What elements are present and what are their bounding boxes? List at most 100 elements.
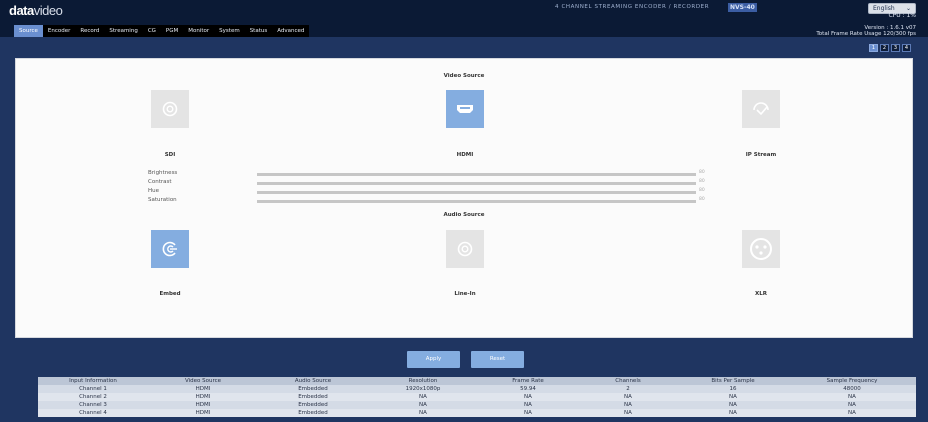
table-cell: Embedded: [298, 386, 328, 392]
page-button-2[interactable]: 2: [880, 44, 889, 52]
table-cell: NA: [524, 394, 532, 400]
embed-label: Embed: [159, 291, 181, 297]
table-cell: HDMI: [195, 394, 211, 400]
table-cell: Channel 3: [79, 402, 107, 408]
cpu-usage: CPU : 1%: [888, 12, 916, 19]
table-cell: HDMI: [195, 386, 211, 392]
table-cell: 1920x1080p: [405, 386, 441, 392]
tab-encoder[interactable]: Encoder: [43, 25, 76, 37]
header-video-source: Video Source: [184, 378, 222, 384]
xlr-label: XLR: [755, 291, 767, 297]
table-cell: Embedded: [298, 402, 328, 408]
ip-stream-icon: [753, 102, 769, 116]
page-button-4[interactable]: 4: [902, 44, 911, 52]
table-cell: NA: [848, 394, 856, 400]
table-cell: NA: [624, 394, 632, 400]
table-cell: NA: [729, 410, 737, 416]
xlr-connector-icon: [750, 238, 772, 260]
tab-system[interactable]: System: [214, 25, 245, 37]
apply-button[interactable]: Apply: [407, 351, 460, 368]
table-cell: NA: [419, 394, 427, 400]
header-input-information: Input Information: [69, 378, 117, 384]
chevron-down-icon: ⌄: [905, 5, 911, 12]
sdi-connector-icon: [162, 101, 178, 117]
input-information-table: Input Information Video Source Audio Sou…: [38, 377, 916, 417]
hdmi-source-tile[interactable]: [446, 90, 484, 128]
tab-streaming[interactable]: Streaming: [104, 25, 142, 37]
hdmi-port-icon: [457, 105, 473, 113]
table-row: Channel 1 HDMI Embedded 1920x1080p 59.94…: [38, 385, 916, 393]
table-cell: NA: [729, 394, 737, 400]
saturation-value: 80: [699, 197, 705, 202]
model-badge: NVS-40: [728, 3, 757, 12]
tab-monitor[interactable]: Monitor: [183, 25, 214, 37]
table-cell: NA: [624, 402, 632, 408]
language-value: English: [873, 5, 895, 12]
channel-page-nav: 1 2 3 4: [869, 44, 911, 52]
ip-stream-source-tile[interactable]: [742, 90, 780, 128]
header-channels: Channels: [615, 378, 641, 384]
table-row: Channel 3 HDMI Embedded NA NA NA NA NA: [38, 401, 916, 409]
table-cell: 59.94: [520, 386, 536, 392]
header-frame-rate: Frame Rate: [512, 378, 544, 384]
table-cell: NA: [624, 410, 632, 416]
line-in-label: Line-In: [454, 291, 476, 297]
tab-record[interactable]: Record: [75, 25, 104, 37]
video-source-title: Video Source: [443, 73, 485, 79]
product-name: 4 CHANNEL STREAMING ENCODER / RECORDER: [555, 4, 710, 10]
table-cell: 16: [729, 386, 737, 392]
source-settings-panel: Video Source SDI HDMI IP Stream Brightne…: [15, 58, 913, 338]
table-cell: Channel 4: [79, 410, 107, 416]
page-button-1[interactable]: 1: [869, 44, 878, 52]
table-cell: NA: [848, 402, 856, 408]
table-cell: NA: [419, 410, 427, 416]
top-bar: datavideo 4 CHANNEL STREAMING ENCODER / …: [0, 0, 928, 25]
table-row: Channel 4 HDMI Embedded NA NA NA NA NA: [38, 409, 916, 417]
main-tabs: Source Encoder Record Streaming CG PGM M…: [14, 25, 310, 37]
hue-label: Hue: [148, 188, 160, 194]
table-cell: Channel 2: [79, 394, 107, 400]
table-cell: HDMI: [195, 410, 211, 416]
brightness-slider[interactable]: [257, 173, 696, 176]
header-sample-frequency: Sample Frequency: [826, 378, 878, 384]
tab-bar: Source Encoder Record Streaming CG PGM M…: [0, 25, 928, 37]
reset-button[interactable]: Reset: [471, 351, 524, 368]
header-resolution: Resolution: [408, 378, 438, 384]
page-button-3[interactable]: 3: [891, 44, 900, 52]
table-cell: NA: [419, 402, 427, 408]
tab-pgm[interactable]: PGM: [161, 25, 183, 37]
table-header-row: Input Information Video Source Audio Sou…: [38, 377, 916, 385]
version-info: Version : 1.6.1 v07 Total Frame Rate Usa…: [816, 25, 916, 37]
datavideo-logo: datavideo: [9, 3, 63, 18]
table-cell: 48000: [843, 386, 861, 392]
table-row: Channel 2 HDMI Embedded NA NA NA NA NA: [38, 393, 916, 401]
contrast-value: 80: [699, 179, 705, 184]
table-cell: 2: [626, 386, 630, 392]
table-cell: NA: [848, 410, 856, 416]
table-cell: NA: [524, 410, 532, 416]
tab-cg[interactable]: CG: [143, 25, 161, 37]
tab-status[interactable]: Status: [245, 25, 273, 37]
hue-value: 80: [699, 188, 705, 193]
line-in-icon: [457, 241, 473, 257]
tab-advanced[interactable]: Advanced: [272, 25, 309, 37]
table-cell: HDMI: [195, 402, 211, 408]
table-cell: Channel 1: [79, 386, 107, 392]
saturation-slider[interactable]: [257, 200, 696, 203]
tab-source[interactable]: Source: [14, 25, 43, 37]
table-cell: Embedded: [298, 394, 328, 400]
header-bits-per-sample: Bits Per Sample: [711, 378, 755, 384]
table-cell: NA: [524, 402, 532, 408]
frame-rate-usage: Total Frame Rate Usage 120/300 fps: [816, 31, 916, 37]
line-in-tile[interactable]: [446, 230, 484, 268]
saturation-label: Saturation: [148, 197, 177, 203]
embed-audio-tile[interactable]: [151, 230, 189, 268]
brightness-value: 80: [699, 170, 705, 175]
ip-stream-label: IP Stream: [745, 152, 777, 158]
embed-audio-icon: [162, 241, 177, 257]
hue-slider[interactable]: [257, 191, 696, 194]
contrast-slider[interactable]: [257, 182, 696, 185]
xlr-tile[interactable]: [742, 230, 780, 268]
table-cell: Embedded: [298, 410, 328, 416]
sdi-source-tile[interactable]: [151, 90, 189, 128]
